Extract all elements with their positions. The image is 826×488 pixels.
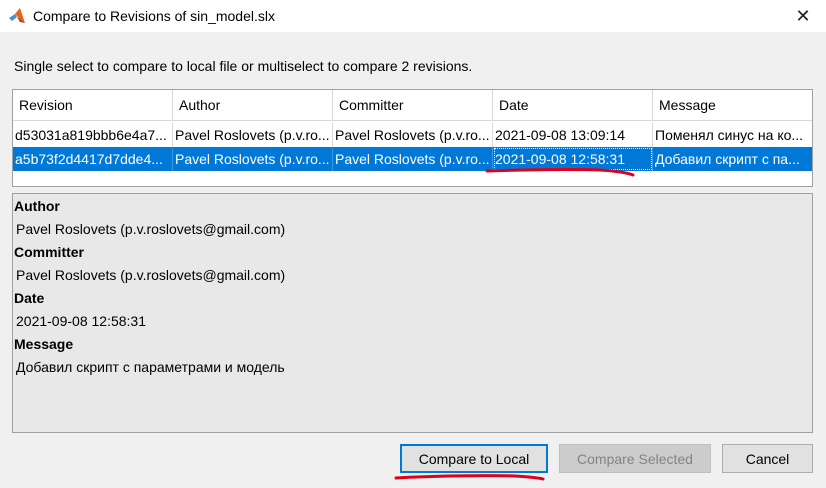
message-label: Message [14,336,74,352]
revision-details-pane: Author Pavel Roslovets (p.v.roslovets@gm… [12,193,813,433]
table-row[interactable]: d53031a819bbb6e4a7... Pavel Roslovets (p… [13,123,812,147]
cell-committer: Pavel Roslovets (p.v.ro... [333,147,493,171]
cell-author: Pavel Roslovets (p.v.ro... [173,123,333,147]
cell-message: Поменял синус на ко... [655,127,804,143]
close-button[interactable]: ✕ [780,0,826,32]
cell-date: 2021-09-08 13:09:14 [493,123,653,147]
committer-label: Committer [14,244,85,260]
close-icon: ✕ [795,5,811,26]
table-row-selected[interactable]: a5b73f2d4417d7dde4... Pavel Roslovets (p… [13,147,812,171]
cell-author: Pavel Roslovets (p.v.ro... [173,147,333,171]
instructions-text: Single select to compare to local file o… [14,58,473,74]
compare-to-local-button[interactable]: Compare to Local [400,444,548,473]
cell-revision: d53031a819bbb6e4a7... [13,123,173,147]
table-header: Revision Author Committer Date Message [13,90,812,121]
column-header-revision[interactable]: Revision [13,90,173,121]
window-title: Compare to Revisions of sin_model.slx [33,8,275,24]
date-value: 2021-09-08 12:58:31 [16,313,146,329]
author-label: Author [14,198,60,214]
revisions-table[interactable]: Revision Author Committer Date Message d… [12,89,813,187]
date-label: Date [14,290,45,306]
committer-value: Pavel Roslovets (p.v.roslovets@gmail.com… [16,267,286,283]
matlab-logo-icon [9,8,25,23]
cell-committer: Pavel Roslovets (p.v.ro... [333,123,493,147]
cell-message: Добавил скрипт с па... [655,151,800,167]
cancel-button[interactable]: Cancel [722,444,813,473]
column-header-committer[interactable]: Committer [333,90,493,121]
cell-revision: a5b73f2d4417d7dde4... [13,147,173,171]
author-value: Pavel Roslovets (p.v.roslovets@gmail.com… [16,221,286,237]
title-bar: Compare to Revisions of sin_model.slx ✕ [0,0,826,32]
compare-selected-button[interactable]: Compare Selected [559,444,711,473]
cell-date: 2021-09-08 12:58:31 [493,147,653,171]
column-header-date[interactable]: Date [493,90,653,121]
message-value: Добавил скрипт с параметрами и модель [16,359,285,375]
column-header-message[interactable]: Message [653,90,812,121]
column-header-author[interactable]: Author [173,90,333,121]
